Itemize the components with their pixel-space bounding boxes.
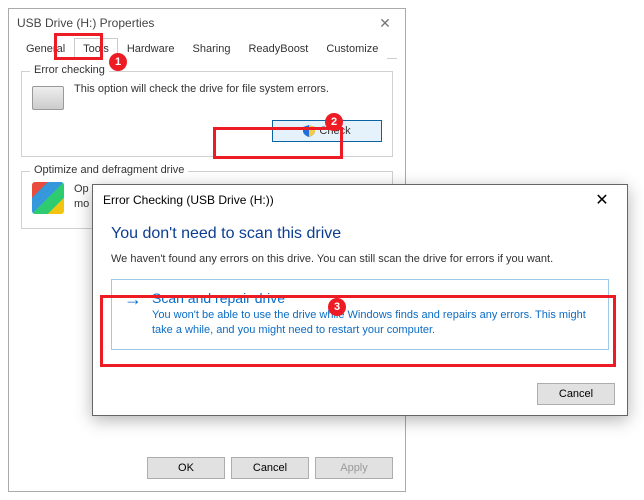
defrag-text-2: mo	[74, 198, 89, 210]
error-checking-text: This option will check the drive for fil…	[74, 82, 382, 97]
close-icon[interactable]: ✕	[373, 15, 397, 32]
dialog-subtext: We haven't found any errors on this driv…	[111, 253, 609, 265]
properties-title: USB Drive (H:) Properties	[17, 16, 373, 30]
check-button-label: Check	[319, 125, 350, 137]
properties-button-row: OK Cancel Apply	[147, 457, 393, 479]
dialog-title-bar: Error Checking (USB Drive (H:)) ✕	[93, 185, 627, 215]
defrag-icon	[32, 182, 64, 214]
error-checking-label: Error checking	[30, 64, 109, 76]
shield-icon	[303, 125, 315, 137]
dialog-close-icon[interactable]: ✕	[587, 190, 617, 210]
tab-general[interactable]: General	[17, 38, 74, 59]
cancel-button[interactable]: Cancel	[231, 457, 309, 479]
properties-title-bar: USB Drive (H:) Properties ✕	[9, 9, 405, 37]
arrow-right-icon: →	[124, 290, 142, 339]
ok-button[interactable]: OK	[147, 457, 225, 479]
dialog-cancel-button[interactable]: Cancel	[537, 383, 615, 405]
scan-and-repair-option[interactable]: → Scan and repair drive You won't be abl…	[111, 279, 609, 350]
scan-desc: You won't be able to use the drive while…	[152, 308, 596, 339]
defrag-label: Optimize and defragment drive	[30, 164, 188, 176]
error-checking-dialog: Error Checking (USB Drive (H:)) ✕ You do…	[92, 184, 628, 416]
tab-readyboost[interactable]: ReadyBoost	[239, 38, 317, 59]
tab-sharing[interactable]: Sharing	[184, 38, 240, 59]
tab-tools[interactable]: Tools	[74, 38, 118, 59]
check-button[interactable]: Check	[272, 120, 382, 142]
dialog-title: Error Checking (USB Drive (H:))	[103, 193, 587, 207]
tab-strip: General Tools Hardware Sharing ReadyBoos…	[17, 37, 397, 59]
scan-title: Scan and repair drive	[152, 290, 596, 306]
apply-button[interactable]: Apply	[315, 457, 393, 479]
drive-icon	[32, 86, 64, 110]
dialog-heading: You don't need to scan this drive	[111, 225, 609, 243]
tab-customize[interactable]: Customize	[317, 38, 387, 59]
error-checking-group: Error checking This option will check th…	[21, 71, 393, 157]
tab-hardware[interactable]: Hardware	[118, 38, 184, 59]
defrag-text-1: Op	[74, 183, 89, 195]
